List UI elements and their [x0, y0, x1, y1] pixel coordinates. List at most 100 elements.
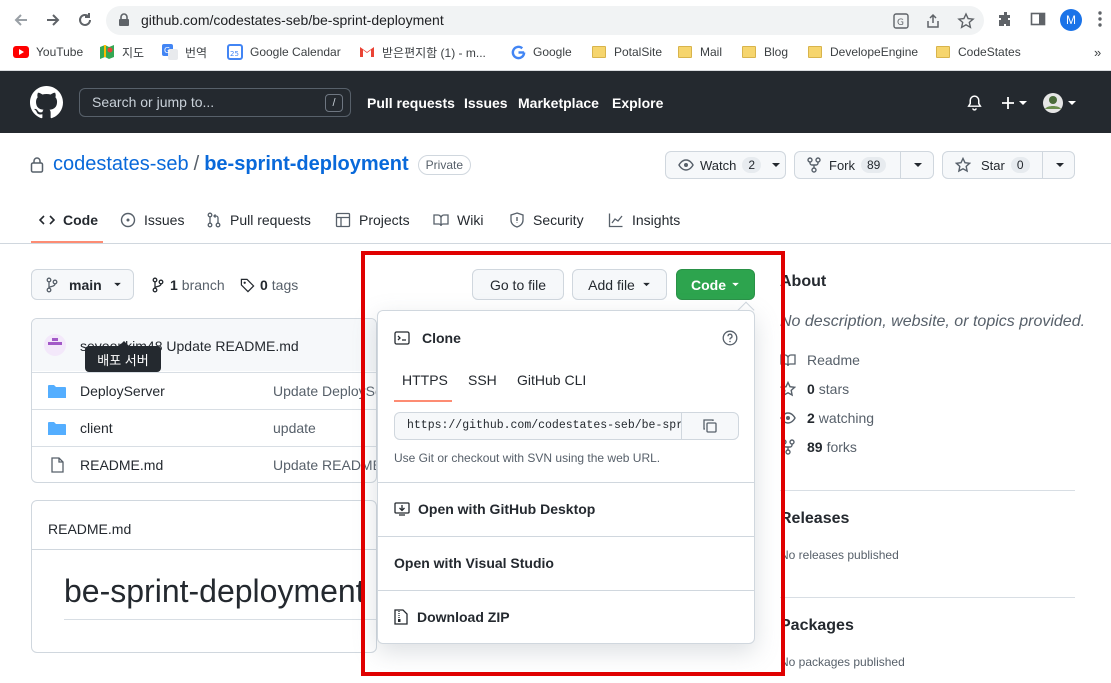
tab-label: Security — [533, 212, 584, 228]
file-name[interactable]: DeployServer — [80, 383, 165, 399]
releases-text: No releases published — [780, 548, 899, 562]
stars-count: 0 — [807, 381, 815, 397]
user-avatar-menu[interactable] — [1042, 92, 1076, 114]
bookmark-youtube[interactable]: YouTube — [13, 44, 83, 60]
tab-label: Projects — [359, 212, 410, 228]
nav-explore[interactable]: Explore — [612, 95, 663, 111]
sidepanel-icon[interactable] — [1028, 9, 1048, 29]
bookmark-star-icon[interactable] — [957, 12, 975, 30]
tab-pull-requests[interactable]: Pull requests — [206, 212, 311, 228]
file-row[interactable]: README.md Update README. — [32, 446, 376, 482]
bookmark-folder-developeengine[interactable]: DevelopeEngine — [807, 44, 918, 60]
share-icon[interactable] — [924, 12, 942, 30]
readme-divider — [32, 549, 376, 550]
about-description: No description, website, or topics provi… — [780, 313, 1086, 330]
star-label: Star — [981, 157, 1005, 173]
folder-icon — [48, 384, 66, 399]
tab-code[interactable]: Code — [39, 212, 98, 228]
tags-link[interactable]: 0 tags — [240, 277, 298, 293]
watching-count: 2 — [807, 410, 815, 426]
tag-count: 0 — [260, 277, 268, 293]
heading-underline — [64, 619, 376, 620]
tab-insights[interactable]: Insights — [608, 212, 680, 228]
tab-wiki[interactable]: Wiki — [433, 212, 483, 228]
about-forks-link[interactable]: 89 forks — [780, 439, 857, 455]
file-row[interactable]: client update — [32, 409, 376, 446]
bookmark-translate[interactable]: G 번역 — [162, 44, 207, 60]
lock-icon — [118, 13, 130, 27]
bookmark-google[interactable]: Google — [510, 44, 572, 60]
bookmarks-overflow[interactable]: » — [1094, 44, 1101, 60]
repo-owner-link[interactable]: codestates-seb — [53, 153, 189, 176]
reload-button[interactable] — [73, 8, 97, 32]
extensions-icon[interactable] — [996, 9, 1016, 29]
tag-label: tags — [271, 277, 299, 293]
bookmark-folder-potalsite[interactable]: PotalSite — [591, 44, 662, 60]
tabs-divider — [0, 243, 1111, 244]
star-button[interactable]: Star 0 — [943, 152, 1043, 178]
packages-title[interactable]: Packages — [780, 617, 854, 635]
menu-kebab-icon[interactable] — [1090, 9, 1110, 29]
bookmark-folder-mail[interactable]: Mail — [677, 44, 722, 60]
branch-name: main — [69, 276, 102, 293]
about-watching-link[interactable]: 2 watching — [780, 410, 874, 426]
about-stars-link[interactable]: 0 stars — [780, 381, 849, 397]
readme-heading: be-sprint-deployment — [64, 573, 365, 609]
issue-opened-icon — [120, 212, 144, 228]
branch-select-button[interactable]: main — [31, 269, 134, 300]
forward-button[interactable] — [41, 8, 65, 32]
fork-button[interactable]: Fork 89 — [795, 152, 901, 178]
tab-security[interactable]: Security — [509, 212, 584, 228]
bookmark-gmail[interactable]: 받은편지함 (1) - m... — [359, 44, 486, 60]
search-input[interactable]: Search or jump to... / — [79, 88, 351, 117]
star-dropdown-caret-icon[interactable] — [1055, 162, 1065, 168]
folder-icon — [48, 421, 66, 436]
tab-issues[interactable]: Issues — [120, 212, 184, 228]
url-text: github.com/codestates-seb/be-sprint-depl… — [141, 12, 444, 28]
bookmark-label: Google Calendar — [250, 45, 341, 59]
watch-button[interactable]: Watch 2 — [665, 151, 786, 179]
branch-count: 1 — [170, 277, 178, 293]
translate-icon[interactable]: G — [892, 12, 910, 30]
nav-issues[interactable]: Issues — [464, 95, 508, 111]
readme-label[interactable]: README.md — [48, 521, 131, 537]
svg-text:25: 25 — [230, 50, 239, 58]
file-row[interactable]: DeployServer Update DeploySe — [32, 372, 376, 409]
watch-counter: 2 — [742, 157, 762, 173]
create-new-plus-icon[interactable] — [1000, 95, 1028, 111]
tab-projects[interactable]: Projects — [335, 212, 410, 228]
bookmark-folder-codestates[interactable]: CodeStates — [935, 44, 1021, 60]
bookmark-label: YouTube — [36, 45, 84, 59]
branches-link[interactable]: 1 branch — [152, 277, 225, 293]
file-list: seyoonkim48 Update README.md DeployServe… — [31, 318, 377, 483]
fork-dropdown-caret-icon[interactable] — [913, 162, 923, 168]
nav-pull-requests[interactable]: Pull requests — [367, 95, 455, 111]
git-pull-request-icon — [206, 212, 230, 228]
github-logo-icon[interactable] — [30, 86, 63, 119]
back-button[interactable] — [9, 8, 33, 32]
file-name[interactable]: client — [80, 420, 113, 436]
bookmark-maps[interactable]: 지도 — [99, 44, 144, 60]
folder-icon — [807, 44, 823, 60]
bookmark-folder-blog[interactable]: Blog — [741, 44, 788, 60]
releases-title[interactable]: Releases — [780, 510, 849, 528]
file-name[interactable]: README.md — [80, 457, 163, 473]
annotation-highlight-box — [361, 251, 785, 676]
address-bar[interactable]: github.com/codestates-seb/be-sprint-depl… — [106, 6, 984, 35]
tooltip: 배포 서버 — [85, 341, 161, 372]
profile-avatar[interactable]: M — [1060, 9, 1082, 31]
about-readme-link[interactable]: Readme — [780, 352, 860, 368]
browser-chrome: github.com/codestates-seb/be-sprint-depl… — [0, 0, 1111, 71]
git-branch-icon — [46, 277, 58, 293]
author-avatar[interactable] — [44, 334, 66, 356]
svg-text:G: G — [897, 18, 904, 28]
bookmark-calendar[interactable]: 25 Google Calendar — [227, 44, 341, 60]
tab-label: Insights — [632, 212, 681, 228]
file-commit-message[interactable]: update — [273, 420, 316, 436]
repo-name-link[interactable]: be-sprint-deployment — [204, 153, 408, 176]
fork-button-group: Fork 89 — [794, 151, 934, 179]
notifications-bell-icon[interactable] — [966, 94, 983, 112]
nav-marketplace[interactable]: Marketplace — [518, 95, 599, 111]
commit-message[interactable]: Update README.md — [166, 338, 298, 354]
bookmark-label: 받은편지함 (1) - m... — [382, 45, 486, 60]
